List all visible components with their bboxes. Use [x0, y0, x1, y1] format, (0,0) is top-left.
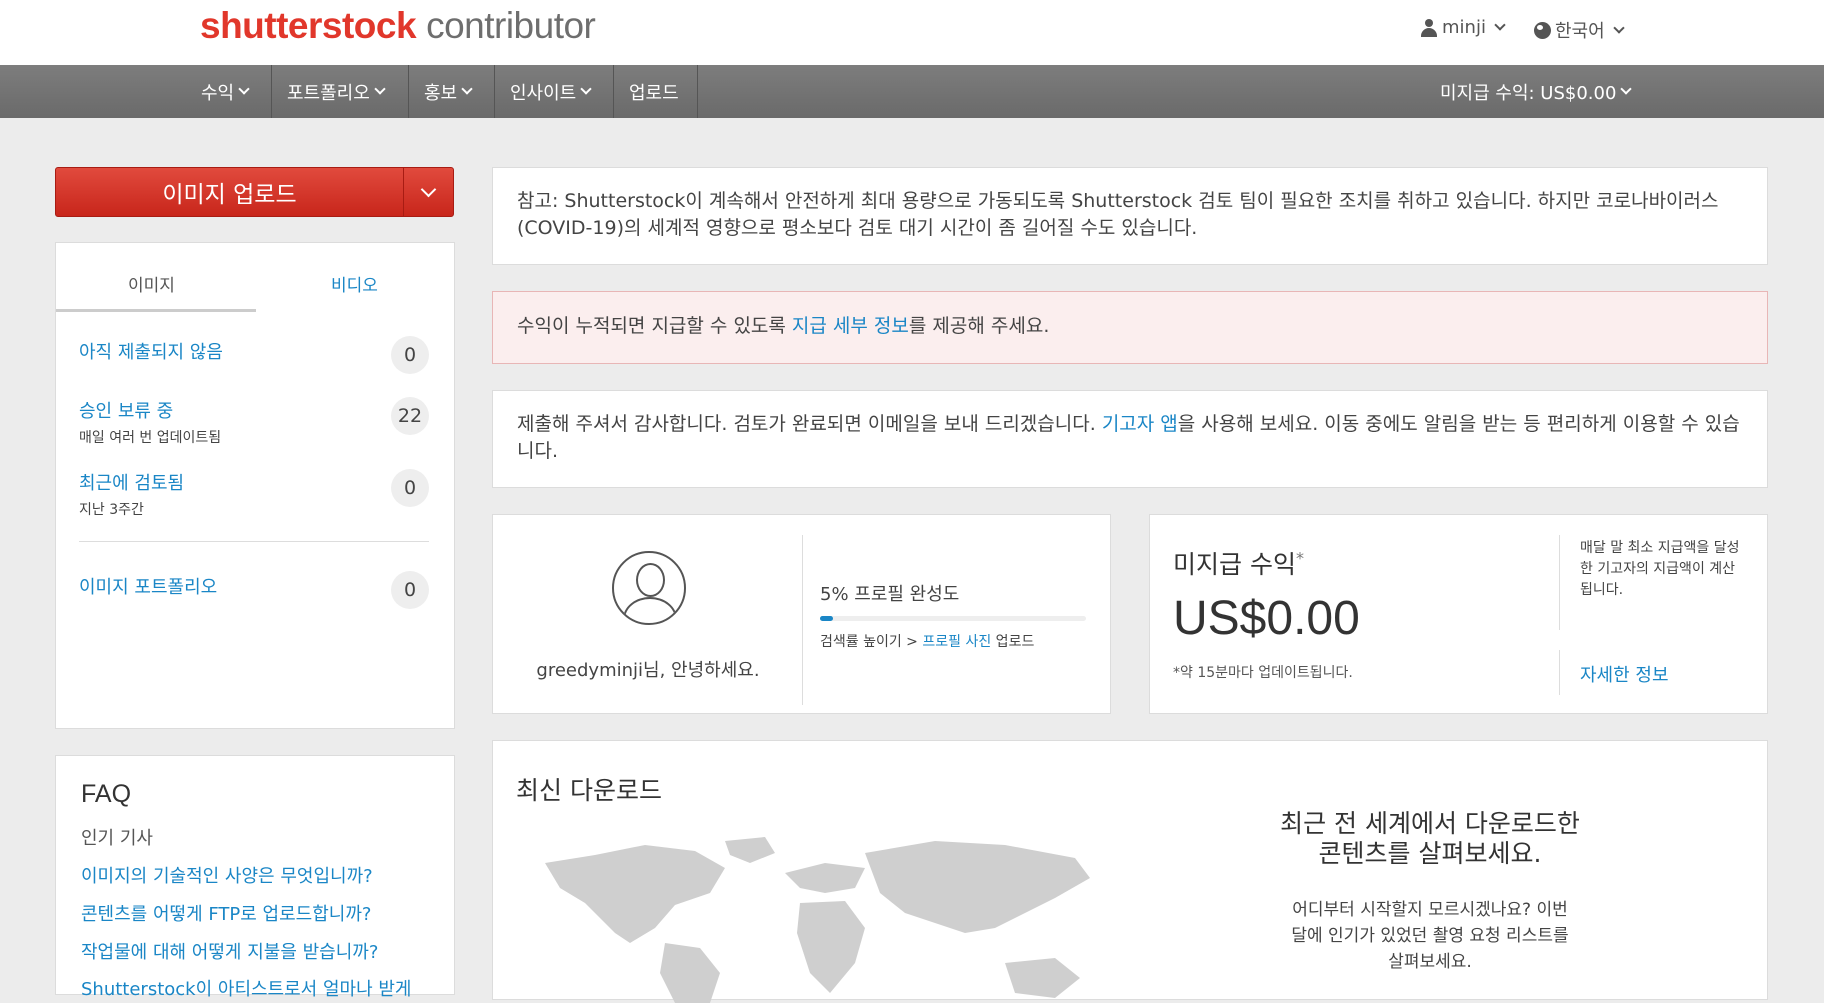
nav-promote[interactable]: 홍보: [409, 65, 495, 118]
progress-fill: [820, 616, 834, 621]
stat-pending[interactable]: 승인 보류 중 매일 여러 번 업데이트됨 22: [79, 397, 429, 447]
active-tab-indicator: [56, 309, 256, 312]
payout-alert: 수익이 누적되면 지급할 수 있도록 지급 세부 정보를 제공해 주세요.: [492, 291, 1768, 364]
asterisk: *: [1295, 548, 1304, 568]
chevron-down-icon: [238, 83, 250, 95]
downloads-body: 어디부터 시작할지 모르시겠나요? 이번 달에 인기가 있었던 촬영 요청 리스…: [1291, 900, 1569, 972]
divider: [1559, 535, 1560, 630]
count-badge: 0: [391, 469, 429, 507]
covid-notice-text: 참고: Shutterstock이 계속해서 안전하게 최대 용량으로 가동되도…: [517, 190, 1719, 239]
count-badge: 0: [391, 571, 429, 609]
content-stats-card: 이미지 비디오 아직 제출되지 않음 0 승인 보류 중 매일 여러 번 업데이…: [55, 242, 455, 729]
faq-title: FAQ: [81, 780, 132, 808]
contributor-app-link[interactable]: 기고자 앱: [1102, 413, 1178, 435]
faq-link[interactable]: 이미지의 기술적인 사양은 무엇입니까?: [81, 862, 373, 888]
nav-earnings-label: 미지급 수익: US$0.00: [1440, 82, 1617, 104]
payout-text-after: 를 제공해 주세요.: [908, 315, 1050, 337]
profile-progress-bar: [820, 616, 1086, 621]
language-menu[interactable]: 한국어: [1534, 17, 1626, 43]
chevron-down-icon: [461, 83, 473, 95]
nav-earnings[interactable]: 수익: [186, 65, 272, 118]
nav-upload[interactable]: 업로드: [614, 65, 698, 118]
stat-image-portfolio[interactable]: 이미지 포트폴리오 0: [79, 571, 429, 609]
stat-title[interactable]: 승인 보류 중: [79, 397, 429, 423]
greeting: greedyminji님, 안녕하세요.: [536, 660, 760, 681]
faq-link[interactable]: 작업물에 대해 어떻게 지불을 받습니까?: [81, 938, 378, 964]
chevron-down-icon: [1494, 19, 1506, 31]
profile-tip: 검색률 높이기 > 프로필 사진 업로드: [820, 631, 1034, 651]
divider: [1559, 650, 1560, 695]
nav-insights[interactable]: 인사이트: [495, 65, 614, 118]
stat-subtitle: 지난 3주간: [79, 502, 144, 518]
avatar-placeholder-icon[interactable]: [612, 551, 686, 625]
nav-label: 업로드: [629, 82, 679, 104]
upload-dropdown-toggle[interactable]: [403, 168, 453, 216]
covid-notice: 참고: Shutterstock이 계속해서 안전하게 최대 용량으로 가동되도…: [492, 167, 1768, 265]
user-name: minji: [1442, 17, 1486, 38]
stat-not-submitted[interactable]: 아직 제출되지 않음 0: [79, 336, 429, 374]
stat-recently-reviewed[interactable]: 최근에 검토됨 지난 3주간 0: [79, 469, 429, 519]
tab-videos[interactable]: 비디오: [331, 271, 378, 296]
nav-label: 포트폴리오: [287, 82, 370, 104]
divider: [79, 541, 429, 542]
payout-text-before: 수익이 누적되면 지급할 수 있도록: [517, 315, 792, 337]
stat-title[interactable]: 아직 제출되지 않음: [79, 338, 429, 364]
stat-title[interactable]: 이미지 포트폴리오: [79, 573, 429, 599]
unpaid-title-text: 미지급 수익: [1173, 550, 1296, 579]
thanks-notice: 제출해 주셔서 감사합니다. 검토가 완료되면 이메일을 보내 드리겠습니다. …: [492, 390, 1768, 488]
user-icon: [1420, 18, 1438, 37]
chevron-down-icon: [1620, 83, 1633, 95]
world-map: [545, 837, 1090, 1003]
unpaid-title: 미지급 수익*: [1173, 545, 1304, 581]
stat-subtitle: 매일 여러 번 업데이트됨: [79, 430, 222, 446]
top-header: shutterstock contributor minji 한국어: [0, 0, 1824, 65]
upload-label: 이미지 업로드: [162, 182, 297, 208]
tip-text: 검색률 높이기 >: [820, 634, 923, 650]
nav-label: 홍보: [424, 82, 458, 104]
logo-brand: shutterstock: [200, 5, 417, 46]
profile-card: greedyminji님, 안녕하세요. 5% 프로필 완성도 검색률 높이기 …: [492, 514, 1111, 714]
profile-completion-label: 5% 프로필 완성도: [820, 584, 960, 605]
tip-text: 업로드: [991, 634, 1035, 650]
payout-side-note: 매달 말 최소 지급액을 달성한 기고자의 지급액이 계산됩니다.: [1580, 540, 1740, 598]
faq-card: FAQ 인기 기사 이미지의 기술적인 사양은 무엇입니까? 콘텐츠를 어떻게 …: [55, 755, 455, 1000]
nav-label: 인사이트: [510, 82, 577, 104]
logo-sub: contributor: [426, 5, 596, 46]
profile-photo-link[interactable]: 프로필 사진: [922, 634, 991, 650]
thanks-text-before: 제출해 주셔서 감사합니다. 검토가 완료되면 이메일을 보내 드리겠습니다.: [517, 413, 1102, 435]
chevron-down-icon: [1613, 21, 1625, 34]
faq-link[interactable]: Shutterstock이 아티스트로서 얼마나 받게: [81, 975, 411, 1001]
unpaid-earnings-card: 미지급 수익* US$0.00 *약 15분마다 업데이트됩니다. 매달 말 최…: [1149, 514, 1768, 714]
tab-images[interactable]: 이미지: [128, 271, 175, 296]
faq-link[interactable]: 콘텐츠를 어떻게 FTP로 업로드합니까?: [81, 900, 371, 926]
update-note: *약 15분마다 업데이트됩니다.: [1173, 665, 1353, 681]
nav-unpaid-earnings[interactable]: 미지급 수익: US$0.00: [1440, 65, 1633, 118]
recent-downloads-title: 최신 다운로드: [516, 776, 662, 805]
faq-subtitle: 인기 기사: [81, 828, 153, 849]
nav-label: 수익: [201, 82, 235, 104]
downloads-headline: 최근 전 세계에서 다운로드한 콘텐츠를 살펴보세요.: [1280, 809, 1580, 868]
divider: [802, 535, 803, 705]
main-nav: 수익 포트폴리오 홍보 인사이트 업로드 미지급 수익: US$0.00: [0, 65, 1824, 118]
stat-title[interactable]: 최근에 검토됨: [79, 469, 429, 495]
upload-image-button[interactable]: 이미지 업로드: [55, 167, 454, 217]
recent-downloads-card: 최신 다운로드 최근 전 세계에서 다운로드한 콘텐츠를 살펴보세요. 어디부터…: [492, 740, 1768, 1003]
count-badge: 0: [391, 336, 429, 374]
chevron-down-icon: [374, 83, 386, 95]
unpaid-amount: US$0.00: [1173, 592, 1360, 645]
nav-portfolio[interactable]: 포트폴리오: [272, 65, 409, 118]
chevron-down-icon: [580, 83, 592, 95]
logo[interactable]: shutterstock contributor: [200, 4, 596, 47]
media-tabs: 이미지 비디오: [56, 243, 454, 313]
user-menu[interactable]: minji: [1420, 17, 1507, 38]
payout-details-link[interactable]: 지급 세부 정보: [792, 315, 909, 337]
globe-icon: [1534, 21, 1551, 39]
more-info-link[interactable]: 자세한 정보: [1580, 661, 1669, 687]
language-label: 한국어: [1555, 21, 1605, 42]
count-badge: 22: [391, 397, 429, 435]
chevron-down-icon: [420, 181, 437, 197]
